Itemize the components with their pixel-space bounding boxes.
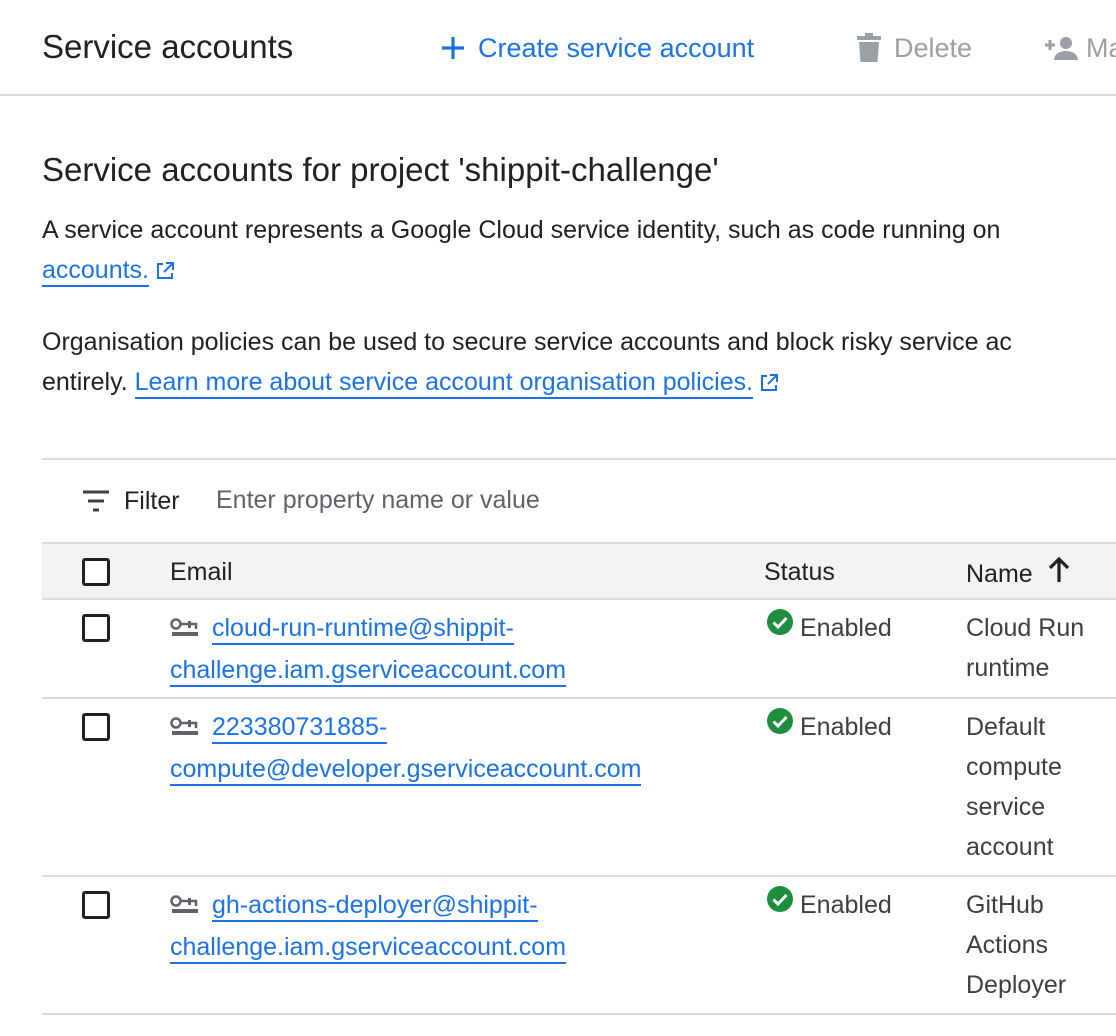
description-paragraph: A service account represents a Google Cl… [42, 210, 1116, 293]
email-cell: gh-actions-deployer@shippit- challenge.i… [170, 885, 567, 967]
service-accounts-docs-link[interactable]: accounts. [42, 256, 150, 287]
select-all-checkbox[interactable] [82, 558, 110, 586]
create-service-account-label: Create service account [478, 32, 755, 63]
email-link[interactable]: challenge.iam.gserviceaccount.com [170, 933, 567, 964]
filter-bar: Filter [42, 460, 1116, 542]
org-policy-text: Organisation policies can be used to sec… [42, 328, 1012, 356]
column-header-status[interactable]: Status [764, 556, 835, 588]
column-header-name[interactable]: Name [966, 556, 1071, 592]
trash-icon [856, 33, 882, 63]
row-checkbox[interactable] [82, 891, 110, 919]
email-cell: cloud-run-runtime@shippit- challenge.iam… [170, 608, 567, 690]
status-cell: Enabled [766, 707, 892, 747]
column-header-email[interactable]: Email [170, 556, 233, 588]
delete-button[interactable]: Delete [856, 28, 972, 68]
key-card-icon [170, 610, 200, 650]
column-header-name-label: Name [966, 560, 1033, 588]
arrow-up-icon[interactable] [1047, 556, 1071, 592]
filter-input[interactable] [210, 480, 822, 520]
org-policy-prefix: entirely. [42, 368, 128, 396]
filter-lines-icon[interactable] [82, 490, 110, 517]
plus-icon [440, 35, 466, 61]
email-link[interactable]: cloud-run-runtime@shippit- [212, 614, 514, 645]
name-cell: Default compute service account [966, 713, 1062, 861]
description-text: A service account represents a Google Cl… [42, 216, 1001, 244]
name-cell: GitHub Actions Deployer [966, 891, 1067, 999]
external-link-icon [155, 253, 175, 293]
check-circle-icon [766, 608, 794, 648]
row-checkbox[interactable] [82, 713, 110, 741]
check-circle-icon [766, 885, 794, 925]
key-card-icon [170, 709, 200, 749]
org-policies-learn-more-link[interactable]: Learn more about service account organis… [134, 368, 754, 399]
toolbar: Service accounts Create service account … [0, 0, 1116, 96]
create-service-account-button[interactable]: Create service account [440, 28, 754, 68]
email-link[interactable]: gh-actions-deployer@shippit- [212, 891, 538, 922]
check-circle-icon [766, 707, 794, 747]
status-cell: Enabled [766, 608, 892, 648]
status-cell: Enabled [766, 885, 892, 925]
service-accounts-table: Filter Email Status Name cloud-run-runti… [42, 458, 1116, 1015]
section-heading: Service accounts for project 'shippit-ch… [42, 151, 719, 188]
org-policy-paragraph: Organisation policies can be used to sec… [42, 322, 1116, 405]
key-card-icon [170, 887, 200, 927]
status-text: Enabled [800, 713, 892, 741]
filter-label: Filter [124, 487, 180, 515]
delete-label: Delete [894, 32, 973, 63]
status-text: Enabled [800, 891, 892, 919]
person-add-icon [1044, 35, 1078, 61]
table-row: 223380731885- compute@developer.gservice… [42, 699, 1116, 877]
external-link-icon [759, 365, 779, 405]
manage-access-label: Ma [1086, 32, 1116, 63]
row-checkbox[interactable] [82, 614, 110, 642]
name-cell: Cloud Run runtime [966, 614, 1085, 682]
table-row: gh-actions-deployer@shippit- challenge.i… [42, 877, 1116, 1015]
email-cell: 223380731885- compute@developer.gservice… [170, 707, 642, 789]
status-text: Enabled [800, 614, 892, 642]
email-link[interactable]: compute@developer.gserviceaccount.com [170, 755, 642, 786]
email-link[interactable]: challenge.iam.gserviceaccount.com [170, 656, 567, 687]
page-title: Service accounts [42, 28, 294, 65]
table-row: cloud-run-runtime@shippit- challenge.iam… [42, 600, 1116, 699]
manage-access-button[interactable]: Ma [1044, 28, 1116, 68]
email-link[interactable]: 223380731885- [212, 713, 388, 744]
table-header: Email Status Name [42, 542, 1116, 600]
